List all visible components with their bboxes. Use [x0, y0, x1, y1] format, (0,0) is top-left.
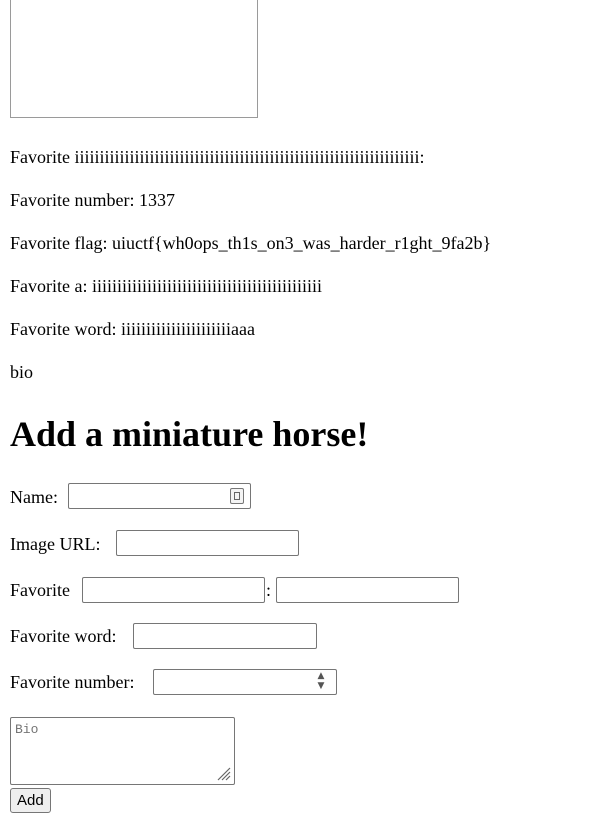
bio-textarea[interactable] — [10, 717, 235, 785]
number-spinner-icon[interactable]: ▲ ▼ — [312, 671, 330, 693]
name-label: Name: — [10, 487, 58, 507]
form-heading: Add a miniature horse! — [10, 414, 369, 454]
name-input[interactable] — [68, 483, 251, 509]
key-icon — [230, 488, 244, 504]
favorite-colon: : — [266, 580, 272, 600]
add-button[interactable]: Add — [10, 788, 51, 813]
horse-image — [10, 0, 258, 118]
favorite-number-input[interactable] — [153, 669, 337, 695]
favorite-key-input[interactable] — [82, 577, 265, 603]
favorite-word-label: Favorite word: — [10, 626, 117, 646]
image-url-input[interactable] — [116, 530, 299, 556]
favorite-label: Favorite — [10, 580, 70, 600]
favorite-word-line: Favorite word: iiiiiiiiiiiiiiiiiiiiiiaaa — [10, 319, 255, 339]
favorite-a-line: Favorite a: iiiiiiiiiiiiiiiiiiiiiiiiiiii… — [10, 276, 323, 296]
favorite-number-line: Favorite number: 1337 — [10, 190, 175, 210]
bio-text: bio — [10, 362, 34, 382]
image-url-label: Image URL: — [10, 534, 101, 554]
favorite-number-label: Favorite number: — [10, 672, 135, 692]
favorite-flag-line: Favorite flag: uiuctf{wh0ops_th1s_on3_wa… — [10, 233, 492, 253]
favorite-word-input[interactable] — [133, 623, 317, 649]
favorite-custom-line: Favorite iiiiiiiiiiiiiiiiiiiiiiiiiiiiiii… — [10, 147, 425, 167]
favorite-value-input[interactable] — [276, 577, 459, 603]
